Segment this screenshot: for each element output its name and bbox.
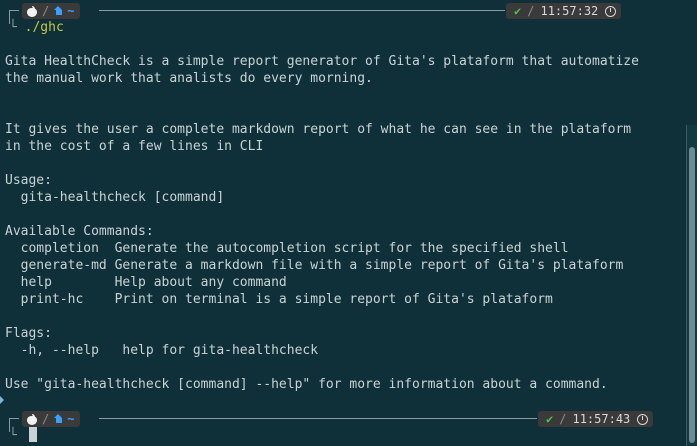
apple-icon bbox=[27, 413, 37, 425]
path-text: ~ bbox=[67, 411, 75, 426]
segment-separator: / bbox=[42, 3, 50, 18]
success-check-icon: ✔ bbox=[514, 3, 522, 18]
segment-separator: / bbox=[42, 411, 50, 426]
clock-icon bbox=[605, 5, 617, 17]
home-path: ~ bbox=[54, 411, 74, 428]
output-line: generate-md Generate a markdown file wit… bbox=[5, 258, 624, 273]
input-line[interactable]: └ bbox=[9, 427, 17, 444]
command-line: └ ./ghc bbox=[9, 19, 64, 36]
output-line: Usage: bbox=[5, 173, 52, 188]
segment-separator: / bbox=[527, 3, 535, 18]
prompt-arrow-corner: └ bbox=[9, 428, 17, 443]
prompt-line-bottom: / ~ ✔ / 11:57:43 bbox=[0, 410, 680, 432]
text-cursor bbox=[29, 427, 37, 442]
prompt-time: 11:57:43 bbox=[572, 411, 631, 426]
prompt-segment-right: ✔ / 11:57:32 bbox=[506, 3, 622, 19]
output-line: Flags: bbox=[5, 326, 52, 341]
output-line: the manual work that analists do every m… bbox=[5, 71, 373, 86]
output-line: in the cost of a few lines in CLI bbox=[5, 139, 264, 154]
output-line: Use "gita-healthcheck [command] --help" … bbox=[5, 377, 608, 392]
scrollbar[interactable] bbox=[686, 125, 697, 446]
segment-separator: / bbox=[559, 411, 567, 426]
prompt-marker bbox=[0, 396, 4, 404]
output-line: print-hc Print on terminal is a simple r… bbox=[5, 292, 553, 307]
clock-icon bbox=[637, 413, 649, 425]
output-line: Available Commands: bbox=[5, 224, 154, 239]
output-line: help Help about any command bbox=[5, 275, 287, 290]
output-line: -h, --help help for gita-healthcheck bbox=[5, 343, 319, 358]
output-line: Gita HealthCheck is a simple report gene… bbox=[5, 54, 639, 69]
prompt-segment-left: / ~ bbox=[22, 3, 81, 20]
prompt-segment-left: / ~ bbox=[22, 411, 81, 428]
output-line: gita-healthcheck [command] bbox=[5, 190, 225, 205]
scrollbar-thumb[interactable] bbox=[689, 147, 695, 443]
prompt-arrow-corner: └ bbox=[9, 20, 17, 35]
prompt-rule bbox=[99, 10, 505, 11]
home-path: ~ bbox=[54, 3, 74, 20]
prompt-line-top: / ~ ✔ / 11:57:32 bbox=[0, 2, 680, 24]
prompt-rule bbox=[99, 418, 537, 419]
output-line: It gives the user a complete markdown re… bbox=[5, 122, 632, 137]
prompt-time: 11:57:32 bbox=[540, 3, 599, 18]
command-text: ./ghc bbox=[24, 20, 64, 35]
terminal-window[interactable]: / ~ ✔ / 11:57:32 └ ./ghc Gita HealthChec… bbox=[0, 0, 697, 446]
path-text: ~ bbox=[67, 3, 75, 18]
prompt-segment-right: ✔ / 11:57:43 bbox=[538, 411, 654, 427]
apple-icon bbox=[27, 5, 37, 17]
home-icon bbox=[54, 413, 63, 423]
success-check-icon: ✔ bbox=[546, 411, 554, 426]
home-icon bbox=[54, 5, 63, 15]
output-line: completion Generate the autocompletion s… bbox=[5, 241, 569, 256]
